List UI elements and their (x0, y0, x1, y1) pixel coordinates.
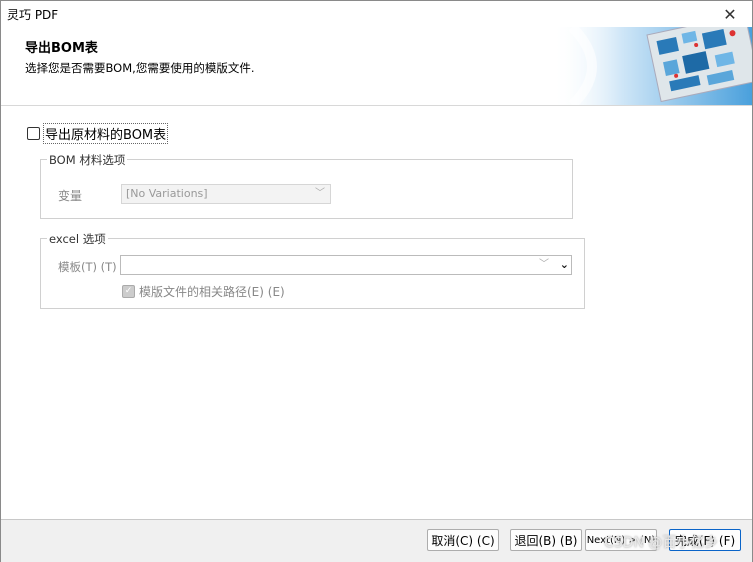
checkmark-icon[interactable]: ✓ (122, 285, 135, 298)
wizard-content: 导出原材料的BOM表 BOM 材料选项 变量 [No Variations] ﹀… (1, 106, 752, 519)
relative-path-label[interactable]: 模版文件的相关路径(E) (E) (139, 283, 285, 300)
page-description: 选择您是否需要BOM,您需要使用的模版文件. (25, 61, 255, 75)
variation-label: 变量 (58, 189, 83, 203)
window-title: 灵巧 PDF (7, 8, 59, 22)
bom-options-group: BOM 材料选项 变量 [No Variations] ﹀ (40, 152, 573, 219)
excel-options-legend: excel 选项 (47, 231, 108, 247)
export-bom-dialog: 灵巧 PDF ✕ 导出BOM表 选择您是否需要BOM,您需要使用的模版文件. 导… (0, 0, 753, 562)
excel-options-group: excel 选项 模板(T) (T) ﹀ ⌄ ✓ 模版文件的相关路径(E) (E… (40, 231, 585, 309)
relative-path-checkbox[interactable]: ✓ 模版文件的相关路径(E) (E) (122, 283, 285, 300)
header-illustration (552, 27, 752, 105)
chevron-down-icon: ﹀ (315, 188, 325, 199)
title-bar: 灵巧 PDF ✕ (1, 1, 752, 27)
cancel-button[interactable]: 取消(C) (C) (427, 529, 499, 551)
export-raw-bom-checkbox[interactable]: 导出原材料的BOM表 (27, 123, 169, 144)
variation-select[interactable]: [No Variations] ﹀ (121, 184, 331, 204)
back-button[interactable]: 退回(B) (B) (510, 529, 582, 551)
dropdown-arrow-icon[interactable]: ⌄ (560, 256, 569, 274)
export-raw-bom-label[interactable]: 导出原材料的BOM表 (43, 123, 169, 144)
wizard-header: 导出BOM表 选择您是否需要BOM,您需要使用的模版文件. (1, 27, 752, 106)
bom-options-legend: BOM 材料选项 (47, 152, 128, 168)
finish-button[interactable]: 完成(F) (F) (669, 529, 741, 551)
next-button[interactable]: Next(N) > (N) (585, 529, 657, 551)
page-title: 导出BOM表 (25, 41, 98, 56)
variation-value: [No Variations] (126, 187, 208, 200)
template-label: 模板(T) (T) (58, 260, 117, 274)
checkbox-box[interactable] (27, 127, 40, 140)
chevron-down-icon: ﹀ (539, 259, 549, 270)
button-bar: 取消(C) (C) 退回(B) (B) Next(N) > (N) 完成(F) … (1, 519, 752, 562)
close-icon[interactable]: ✕ (708, 1, 752, 27)
template-select[interactable]: ﹀ ⌄ (120, 255, 572, 275)
